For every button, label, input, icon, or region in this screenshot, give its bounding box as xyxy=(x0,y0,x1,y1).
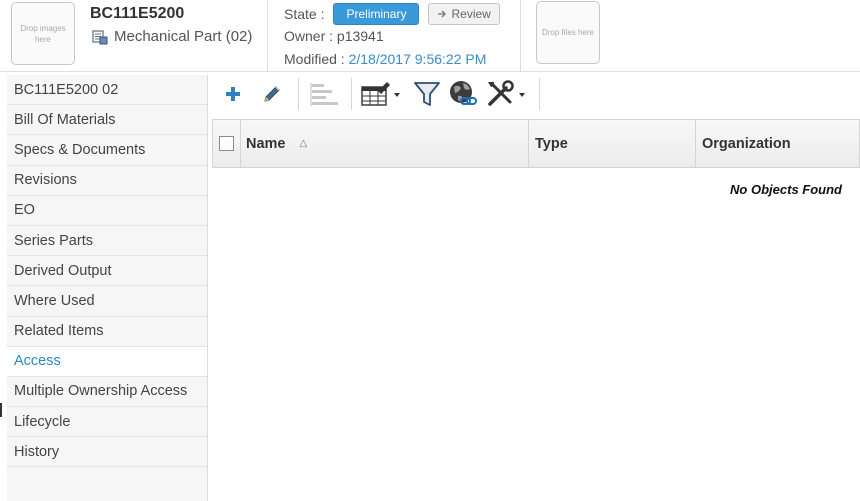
edit-icon xyxy=(264,86,280,102)
tools-button[interactable] xyxy=(486,80,528,107)
column-header-type[interactable]: Type xyxy=(529,120,696,167)
sidebar-item-label: Where Used xyxy=(14,292,95,309)
select-all-checkbox[interactable] xyxy=(219,136,234,151)
column-header-label: Organization xyxy=(702,135,791,152)
sidebar-item-label: EO xyxy=(14,202,35,219)
filter-button[interactable] xyxy=(412,81,442,107)
sidebar-item-label: History xyxy=(14,443,60,460)
column-header-label: Name xyxy=(246,135,286,152)
owner-row: Owner : p13941 xyxy=(284,28,384,44)
add-icon xyxy=(226,87,240,101)
state-button[interactable]: Preliminary xyxy=(333,3,420,25)
object-header: Drop images here BC111E5200 Mechanical P… xyxy=(0,0,860,72)
toolbar xyxy=(208,75,860,113)
column-header-name[interactable]: Name △ xyxy=(241,120,529,167)
part-type: Mechanical Part (02) xyxy=(92,28,252,45)
sort-ascending-icon: △ xyxy=(299,138,308,149)
modified-value: 2/18/2017 9:56:22 PM xyxy=(348,51,487,67)
review-button[interactable]: Review xyxy=(428,3,500,25)
arrow-right-icon xyxy=(438,10,447,18)
drop-files-zone[interactable]: Drop files here xyxy=(536,1,600,64)
tools-icon xyxy=(488,80,525,106)
toolbar-divider xyxy=(351,78,352,110)
sidebar-nav: BC111E5200 02 Bill Of Materials Specs & … xyxy=(7,75,208,501)
sidebar-item-series-parts[interactable]: Series Parts xyxy=(7,225,207,257)
sidebar-item-label: Lifecycle xyxy=(14,413,71,430)
table-header: Name △ Type Organization xyxy=(212,119,860,168)
state-row: State : Preliminary Review xyxy=(284,3,500,25)
indent-button[interactable] xyxy=(308,81,342,107)
sidebar-item-revisions[interactable]: Revisions xyxy=(7,165,207,196)
state-label: State : xyxy=(284,6,325,22)
header-divider xyxy=(267,0,268,72)
owner-value: p13941 xyxy=(336,28,384,44)
modified-label: Modified : xyxy=(284,51,345,67)
sidebar-item-overview[interactable]: BC111E5200 02 xyxy=(7,75,207,106)
part-type-label: Mechanical Part (02) xyxy=(114,28,253,45)
toolbar-divider xyxy=(298,78,299,110)
part-number: BC111E5200 xyxy=(90,5,185,22)
sidebar-resize-handle[interactable] xyxy=(0,403,2,417)
drop-files-text: Drop files here xyxy=(541,28,595,37)
toolbar-divider xyxy=(539,78,540,110)
owner-label: Owner : xyxy=(284,28,334,44)
global-link-icon xyxy=(450,81,477,105)
sidebar-item-label: Bill Of Materials xyxy=(14,111,116,128)
sidebar-item-label: Multiple Ownership Access xyxy=(14,383,188,400)
sidebar-item-where-used[interactable]: Where Used xyxy=(7,286,207,317)
sidebar-item-specs-documents[interactable]: Specs & Documents xyxy=(7,135,207,166)
sidebar-item-label: Specs & Documents xyxy=(14,141,146,158)
indent-icon xyxy=(310,83,338,106)
sidebar-item-history[interactable]: History xyxy=(7,437,207,468)
column-header-label: Type xyxy=(535,135,568,152)
add-button[interactable] xyxy=(222,81,244,107)
sidebar-item-access[interactable]: Access xyxy=(7,346,207,377)
modified-row: Modified : 2/18/2017 9:56:22 PM xyxy=(284,51,486,67)
sidebar-item-derived-output[interactable]: Derived Output xyxy=(7,256,207,287)
empty-table-message: No Objects Found xyxy=(730,182,842,197)
column-header-organization[interactable]: Organization xyxy=(696,120,859,167)
header-divider xyxy=(520,0,521,72)
table-edit-button[interactable] xyxy=(360,81,402,107)
sidebar-item-bill-of-materials[interactable]: Bill Of Materials xyxy=(7,105,207,136)
sidebar-item-label: Revisions xyxy=(14,172,77,189)
select-all-cell xyxy=(213,120,241,167)
table-edit-icon xyxy=(361,82,400,106)
part-icon xyxy=(92,29,108,44)
drop-images-zone[interactable]: Drop images here xyxy=(11,2,75,65)
sidebar-item-label: Related Items xyxy=(14,323,104,340)
sidebar-item-label: Derived Output xyxy=(14,262,112,279)
sidebar-item-multiple-ownership-access[interactable]: Multiple Ownership Access xyxy=(7,376,207,408)
sidebar-item-label: Access xyxy=(14,353,61,370)
sidebar-item-related-items[interactable]: Related Items xyxy=(7,316,207,347)
sidebar-item-label: Series Parts xyxy=(14,232,93,249)
sidebar-item-label: BC111E5200 02 xyxy=(14,81,119,98)
review-label: Review xyxy=(451,7,491,21)
access-table: Name △ Type Organization No Objects Foun… xyxy=(212,119,860,197)
sidebar-item-lifecycle[interactable]: Lifecycle xyxy=(7,407,207,438)
drop-images-text: Drop images here xyxy=(20,23,66,44)
sidebar-item-eo[interactable]: EO xyxy=(7,195,207,226)
edit-button[interactable] xyxy=(260,81,284,107)
global-link-button[interactable] xyxy=(448,81,480,107)
filter-icon xyxy=(414,82,440,106)
